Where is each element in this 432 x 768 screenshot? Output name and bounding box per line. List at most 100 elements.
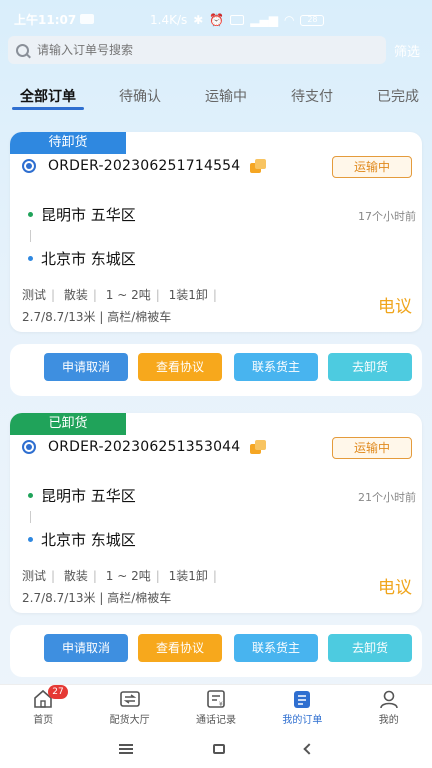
nav-label: 我的订单 bbox=[282, 715, 323, 726]
destination-city: 北京市 东城区 bbox=[41, 530, 136, 549]
order-status-tag: 已卸货 bbox=[10, 413, 126, 435]
back-icon[interactable] bbox=[303, 743, 315, 755]
vehicle-spec: 2.7/8.7/13米 | 高栏/棉被车 bbox=[22, 310, 172, 324]
separator: | bbox=[92, 288, 97, 302]
contact-shipper-button[interactable]: 联系货主 bbox=[234, 634, 318, 662]
price: 电议 bbox=[378, 297, 412, 317]
cargo-tag: 测试 bbox=[22, 569, 47, 583]
origin-dot-icon bbox=[28, 211, 33, 217]
home-square-icon[interactable] bbox=[213, 744, 225, 754]
home-badge: 27 bbox=[48, 685, 68, 699]
nav-home[interactable]: 27 首页 bbox=[0, 685, 86, 730]
search-box[interactable] bbox=[8, 36, 386, 64]
cargo-tag: 测试 bbox=[22, 288, 47, 302]
cargo-tag: 散装 bbox=[63, 569, 88, 583]
nav-cargo-hall[interactable]: 配货大厅 bbox=[86, 685, 172, 730]
route-line bbox=[30, 511, 31, 523]
cargo-tag: 1 ~ 2吨 bbox=[105, 288, 151, 302]
filter-button[interactable]: 筛选 bbox=[394, 41, 420, 60]
separator: | bbox=[212, 569, 217, 583]
separator: | bbox=[92, 569, 97, 583]
contact-shipper-button[interactable]: 联系货主 bbox=[234, 353, 318, 381]
bluetooth-icon: ✱ bbox=[193, 13, 204, 27]
orders-icon bbox=[294, 691, 311, 708]
copy-icon[interactable] bbox=[250, 159, 268, 173]
nav-my-orders[interactable]: 我的订单 bbox=[259, 685, 345, 730]
sim-icon bbox=[230, 15, 245, 25]
destination-city: 北京市 东城区 bbox=[41, 249, 136, 268]
route-from: 昆明市 五华区 bbox=[28, 204, 408, 224]
origin-city: 昆明市 五华区 bbox=[41, 205, 136, 224]
destination-dot-icon bbox=[28, 255, 33, 261]
origin-city: 昆明市 五华区 bbox=[41, 486, 136, 505]
copy-icon[interactable] bbox=[250, 440, 268, 454]
go-unload-button[interactable]: 去卸货 bbox=[328, 634, 412, 662]
nav-profile[interactable]: 我的 bbox=[346, 685, 432, 730]
cargo-tag: 散装 bbox=[63, 288, 88, 302]
view-protocol-button[interactable]: 查看协议 bbox=[138, 353, 222, 381]
profile-icon bbox=[379, 690, 398, 709]
radio-icon bbox=[22, 159, 36, 173]
route: 昆明市 五华区 21个小时前 北京市 东城区 bbox=[28, 485, 416, 549]
order-status-tag: 待卸货 bbox=[10, 132, 126, 154]
request-cancel-button[interactable]: 申请取消 bbox=[44, 634, 128, 662]
view-protocol-button[interactable]: 查看协议 bbox=[138, 634, 222, 662]
nav-label: 我的 bbox=[378, 715, 399, 726]
cargo-tag: 1 ~ 2吨 bbox=[105, 569, 151, 583]
go-unload-button[interactable]: 去卸货 bbox=[328, 353, 412, 381]
route-to: 北京市 东城区 bbox=[28, 529, 136, 549]
cargo-tag: 1装1卸 bbox=[168, 569, 208, 583]
status-time: 上午11:07 bbox=[14, 12, 77, 27]
exchange-icon bbox=[119, 691, 140, 707]
order-card[interactable]: 已卸货 ORDER-202306251353044 运输中 昆明市 五华区 21… bbox=[10, 413, 422, 613]
nav-label: 配货大厅 bbox=[109, 715, 150, 726]
svg-text:¥: ¥ bbox=[219, 701, 223, 708]
notification-icon bbox=[80, 14, 95, 24]
route-from: 昆明市 五华区 bbox=[28, 485, 408, 505]
cargo-tags: 测试 | 散装 | 1 ~ 2吨 | 1装1卸 | bbox=[22, 567, 222, 584]
tab-in-transit[interactable]: 运输中 bbox=[200, 86, 252, 106]
bottom-nav: 27 首页 配货大厅 ¥ 通话记录 我的订单 我的 bbox=[0, 684, 432, 730]
route: 昆明市 五华区 17个小时前 北京市 东城区 bbox=[28, 204, 416, 268]
request-cancel-button[interactable]: 申请取消 bbox=[44, 353, 128, 381]
cargo-tag: 1装1卸 bbox=[168, 288, 208, 302]
order-actions: 申请取消 查看协议 联系货主 去卸货 bbox=[10, 625, 422, 677]
route-to: 北京市 东城区 bbox=[28, 248, 136, 268]
order-number-row: ORDER-202306251714554 bbox=[22, 158, 268, 174]
battery-icon: 28 bbox=[300, 14, 325, 26]
wifi-icon: ◠ bbox=[283, 13, 295, 27]
tab-completed[interactable]: 已完成 bbox=[372, 86, 424, 106]
separator: | bbox=[212, 288, 217, 302]
separator: | bbox=[155, 288, 160, 302]
separator: | bbox=[51, 288, 56, 302]
system-nav-bar bbox=[0, 730, 432, 768]
tab-pending-confirm[interactable]: 待确认 bbox=[114, 86, 166, 106]
search-row: 筛选 bbox=[8, 36, 424, 64]
time-ago: 21个小时前 bbox=[358, 491, 416, 504]
order-number: ORDER-202306251353044 bbox=[48, 439, 241, 455]
transport-status-badge: 运输中 bbox=[332, 156, 412, 178]
call-record-icon: ¥ bbox=[207, 690, 225, 708]
route-line bbox=[30, 230, 31, 242]
transport-status-badge: 运输中 bbox=[332, 437, 412, 459]
tab-pending-payment[interactable]: 待支付 bbox=[286, 86, 338, 106]
destination-dot-icon bbox=[28, 536, 33, 542]
nav-label: 通话记录 bbox=[195, 715, 236, 726]
nav-label: 首页 bbox=[33, 715, 54, 726]
order-card[interactable]: 待卸货 ORDER-202306251714554 运输中 昆明市 五华区 17… bbox=[10, 132, 422, 332]
order-number: ORDER-202306251714554 bbox=[48, 158, 241, 174]
order-actions: 申请取消 查看协议 联系货主 去卸货 bbox=[10, 344, 422, 396]
cargo-tags: 测试 | 散装 | 1 ~ 2吨 | 1装1卸 | bbox=[22, 286, 222, 303]
tab-all[interactable]: 全部订单 bbox=[12, 86, 84, 110]
separator: | bbox=[51, 569, 56, 583]
search-icon bbox=[16, 43, 29, 57]
radio-icon bbox=[22, 440, 36, 454]
status-bar: 上午11:07 1.4K/s ✱ ⏰ ▂▄▆ ◠ 28 bbox=[0, 0, 432, 38]
nav-call-records[interactable]: ¥ 通话记录 bbox=[173, 685, 259, 730]
separator: | bbox=[155, 569, 160, 583]
network-speed: 1.4K/s bbox=[150, 13, 188, 27]
order-number-row: ORDER-202306251353044 bbox=[22, 439, 268, 455]
alarm-icon: ⏰ bbox=[209, 13, 225, 27]
menu-icon[interactable] bbox=[119, 744, 133, 754]
search-input[interactable] bbox=[37, 43, 357, 57]
